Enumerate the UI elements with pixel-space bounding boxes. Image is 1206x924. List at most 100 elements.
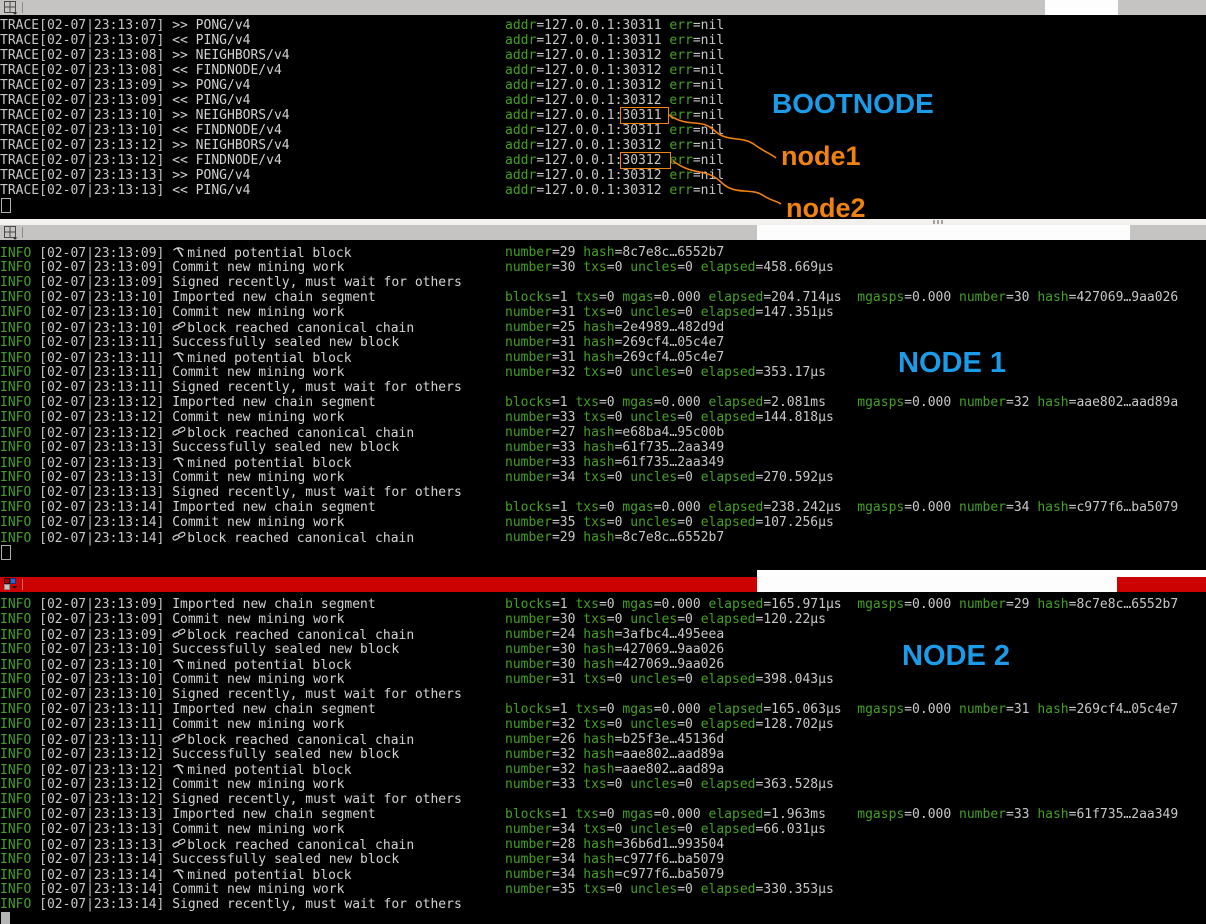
background-window-fragment <box>757 570 1206 577</box>
log-fields: number=31 txs=0 uncles=0 elapsed=398.043… <box>505 672 834 687</box>
log-message: Commit new mining work <box>172 470 345 485</box>
chain-link-icon <box>172 838 186 848</box>
background-window-fragment <box>757 225 1130 240</box>
log-level: TRACE <box>0 153 40 168</box>
log-fields: number=33 txs=0 uncles=0 elapsed=144.818… <box>505 410 834 425</box>
window-menu-icon[interactable] <box>3 577 20 592</box>
log-level: INFO <box>0 628 40 643</box>
log-fields: number=24 hash=3afbc4…495eea <box>505 627 725 642</box>
log-level: INFO <box>0 365 40 380</box>
log-message: >> NEIGHBORS/v4 <box>172 138 290 153</box>
log-timestamp: [02-07|23:13:10] <box>39 642 173 657</box>
pickaxe-icon <box>173 352 185 363</box>
window-menu-icon[interactable] <box>3 0 20 15</box>
log-fields: number=29 hash=8c7e8c…6552b7 <box>505 530 725 545</box>
node2-log-output: INFO [02-07|23:13:09] Imported new chain… <box>0 592 1206 912</box>
log-timestamp: [02-07|23:13:13] <box>39 456 173 471</box>
log-message: Signed recently, must wait for others <box>172 792 462 807</box>
log-fields: blocks=1 txs=0 mgas=0.000 elapsed=238.24… <box>505 500 1179 515</box>
log-timestamp: [02-07|23:13:14] <box>39 882 173 897</box>
log-level: INFO <box>0 642 40 657</box>
log-timestamp: [02-07|23:13:13] <box>39 183 173 198</box>
log-timestamp: [02-07|23:13:10] <box>39 687 173 702</box>
log-level: INFO <box>0 822 40 837</box>
log-line: INFO [02-07|23:13:12] Successfully seale… <box>0 747 1206 762</box>
log-fields: number=33 hash=61f735…2aa349 <box>505 440 725 455</box>
log-message: Commit new mining work <box>172 410 345 425</box>
log-level: TRACE <box>0 48 40 63</box>
log-line: INFO [02-07|23:13:10] Commit new mining … <box>0 305 1206 320</box>
log-level: INFO <box>0 838 40 853</box>
log-timestamp: [02-07|23:13:10] <box>39 658 173 673</box>
log-level: TRACE <box>0 168 40 183</box>
log-message: Commit new mining work <box>172 515 345 530</box>
node1-terminal[interactable]: INFO [02-07|23:13:09] mined potential bl… <box>0 240 1206 570</box>
log-timestamp: [02-07|23:13:11] <box>39 733 173 748</box>
log-level: INFO <box>0 305 40 320</box>
log-line: INFO [02-07|23:13:10] mined potential bl… <box>0 657 1206 673</box>
chain-link-icon <box>172 321 186 331</box>
log-message: Imported new chain segment <box>172 807 376 822</box>
log-line: INFO [02-07|23:13:12] Imported new chain… <box>0 395 1206 410</box>
log-fields: number=35 txs=0 uncles=0 elapsed=330.353… <box>505 882 834 897</box>
log-line: INFO [02-07|23:13:13] Commit new mining … <box>0 470 1206 485</box>
log-message: Imported new chain segment <box>172 702 376 717</box>
log-timestamp: [02-07|23:13:12] <box>39 153 173 168</box>
log-timestamp: [02-07|23:13:14] <box>39 515 173 530</box>
bootnode-terminal[interactable]: TRACE[02-07|23:13:07] >> PONG/v4 addr=127… <box>0 15 1206 219</box>
bootnode-window-titlebar[interactable] <box>0 0 1206 15</box>
pane-grip[interactable] <box>937 220 939 224</box>
log-timestamp: [02-07|23:13:12] <box>39 138 173 153</box>
log-line: INFO [02-07|23:13:14] Commit new mining … <box>0 882 1206 897</box>
log-line: TRACE[02-07|23:13:12] << FINDNODE/v4 addr… <box>0 153 1206 168</box>
log-level: INFO <box>0 351 40 366</box>
log-message: Successfully sealed new block <box>172 335 400 350</box>
log-line: INFO [02-07|23:13:14] mined potential bl… <box>0 867 1206 883</box>
log-line: TRACE[02-07|23:13:07] >> PONG/v4 addr=127… <box>0 18 1206 33</box>
log-level: INFO <box>0 852 40 867</box>
node2-terminal[interactable]: INFO [02-07|23:13:09] Imported new chain… <box>0 592 1206 924</box>
log-message: Successfully sealed new block <box>172 642 400 657</box>
log-line: INFO [02-07|23:13:14] block reached cano… <box>0 530 1206 546</box>
log-message: Signed recently, must wait for others <box>172 275 462 290</box>
log-timestamp: [02-07|23:13:11] <box>39 335 173 350</box>
chain-link-icon <box>172 426 186 436</box>
log-message: << FINDNODE/v4 <box>172 123 282 138</box>
log-message: Commit new mining work <box>172 672 345 687</box>
log-message: >> PONG/v4 <box>172 78 251 93</box>
pane-grip[interactable] <box>941 220 943 224</box>
window-menu-icon[interactable] <box>3 225 20 240</box>
log-line: INFO [02-07|23:13:09] block reached cano… <box>0 627 1206 643</box>
bootnode-log-output: TRACE[02-07|23:13:07] >> PONG/v4 addr=127… <box>0 15 1206 198</box>
log-level: INFO <box>0 597 40 612</box>
log-message: Commit new mining work <box>172 822 345 837</box>
port-annotation-box-node1 <box>620 107 669 124</box>
log-level: TRACE <box>0 63 40 78</box>
log-timestamp: [02-07|23:13:12] <box>39 792 173 807</box>
log-line: INFO [02-07|23:13:11] mined potential bl… <box>0 350 1206 366</box>
log-fields: number=26 hash=b25f3e…45136d <box>505 732 725 747</box>
log-message: << FINDNODE/v4 <box>172 153 282 168</box>
node2-annotation-label: node2 <box>786 193 866 219</box>
log-timestamp: [02-07|23:13:12] <box>39 763 173 778</box>
log-line: INFO [02-07|23:13:12] block reached cano… <box>0 425 1206 441</box>
log-timestamp: [02-07|23:13:07] <box>39 33 173 48</box>
log-timestamp: [02-07|23:13:13] <box>39 470 173 485</box>
node1-log-output: INFO [02-07|23:13:09] mined potential bl… <box>0 240 1206 546</box>
log-message: Successfully sealed new block <box>172 747 400 762</box>
log-timestamp: [02-07|23:13:09] <box>39 93 173 108</box>
pane-grip[interactable] <box>933 220 935 224</box>
pickaxe-icon <box>173 457 185 468</box>
log-timestamp: [02-07|23:13:11] <box>39 702 173 717</box>
log-line: INFO [02-07|23:13:10] Signed recently, m… <box>0 687 1206 702</box>
log-line: TRACE[02-07|23:13:12] >> NEIGHBORS/v4 add… <box>0 138 1206 153</box>
log-line: INFO [02-07|23:13:09] Signed recently, m… <box>0 275 1206 290</box>
log-message: Imported new chain segment <box>172 500 376 515</box>
log-level: INFO <box>0 763 40 778</box>
log-level: INFO <box>0 807 40 822</box>
log-fields: addr=127.0.0.1:30311 err=nil <box>505 108 725 123</box>
log-fields: number=35 txs=0 uncles=0 elapsed=107.256… <box>505 515 834 530</box>
log-level: INFO <box>0 456 40 471</box>
log-fields: number=32 hash=aae802…aad89a <box>505 762 725 777</box>
log-fields: addr=127.0.0.1:30311 err=nil <box>505 123 725 138</box>
